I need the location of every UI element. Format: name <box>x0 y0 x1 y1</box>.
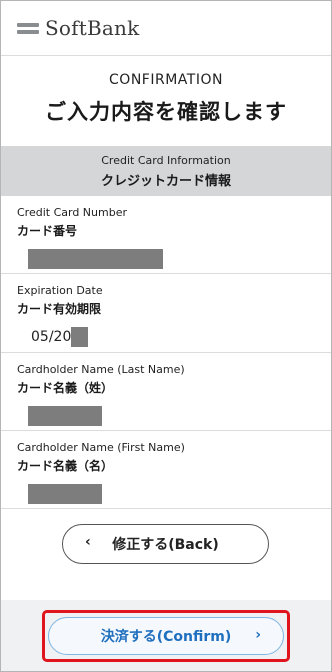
field-label-en: Credit Card Number <box>17 206 127 219</box>
redacted-block <box>71 327 89 347</box>
page-title-area: CONFIRMATION ご入力内容を確認します <box>1 56 331 146</box>
header: SoftBank <box>1 1 331 56</box>
redacted-block <box>28 406 102 426</box>
card-number-value <box>17 249 315 269</box>
field-label-en: Expiration Date <box>17 284 103 297</box>
chevron-right-icon: › <box>255 627 261 643</box>
redacted-block <box>28 484 102 504</box>
section-title-jp: クレジットカード情報 <box>100 173 231 189</box>
brand-name: SoftBank <box>45 16 140 40</box>
cardholder-first-name-field: Cardholder Name (First Name) カード名義（名） <box>1 431 331 509</box>
section-title-en: Credit Card Information <box>101 153 231 167</box>
softbank-logo: SoftBank <box>17 16 139 40</box>
field-label-jp: カード番号 <box>17 224 78 238</box>
confirm-button-label: 決済する(Confirm) <box>100 629 232 645</box>
redacted-block <box>28 249 163 269</box>
confirm-button-area: 決済する(Confirm) › <box>1 600 331 671</box>
page-title-en: CONFIRMATION <box>109 72 223 88</box>
back-button-area: ‹ 修正する(Back) <box>1 509 331 604</box>
confirm-button[interactable]: 決済する(Confirm) › <box>48 617 284 655</box>
cardholder-last-name-value <box>17 406 315 426</box>
card-number-field: Credit Card Number カード番号 <box>1 196 331 274</box>
cardholder-last-name-field: Cardholder Name (Last Name) カード名義（姓） <box>1 353 331 431</box>
expiration-date-text: 05/20 <box>31 329 72 345</box>
expiration-date-field: Expiration Date カード有効期限 05/20 <box>1 274 331 353</box>
chevron-left-icon: ‹ <box>85 534 91 550</box>
field-label-jp: カード名義（名） <box>17 459 114 473</box>
field-label-jp: カード有効期限 <box>17 302 102 316</box>
expiration-date-value: 05/20 <box>17 327 315 347</box>
softbank-logo-icon <box>17 20 39 37</box>
cardholder-first-name-value <box>17 484 315 504</box>
field-label-en: Cardholder Name (First Name) <box>17 441 185 454</box>
back-button[interactable]: ‹ 修正する(Back) <box>62 524 269 564</box>
page-title-jp: ご入力内容を確認します <box>45 100 287 124</box>
field-label-en: Cardholder Name (Last Name) <box>17 363 185 376</box>
field-label-jp: カード名義（姓） <box>17 381 114 395</box>
payment-confirmation-screen: SoftBank CONFIRMATION ご入力内容を確認します Credit… <box>0 0 332 672</box>
section-header: Credit Card Information クレジットカード情報 <box>1 146 331 196</box>
back-button-label: 修正する(Back) <box>112 537 219 553</box>
